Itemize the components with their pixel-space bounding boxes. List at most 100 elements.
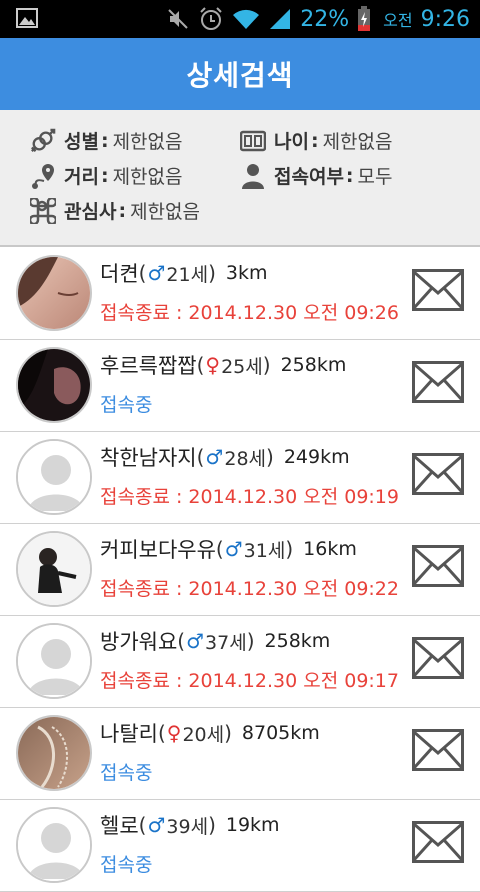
close-paren: ) [224, 721, 232, 745]
user-distance: 258km [280, 354, 347, 376]
open-paren: ( [138, 261, 147, 285]
user-nickname: 나탈리 [100, 722, 158, 746]
filter-online[interactable]: 접속여부 : 모두 [240, 162, 393, 189]
list-item[interactable]: 착한남자지(♂ 28세) 249km 접속종료 : 2014.12.30 오전 09:… [0, 432, 480, 524]
close-paren: ) [208, 813, 216, 837]
command-interest-icon [30, 197, 56, 224]
gender-icon [30, 128, 56, 154]
status-bar: 22% 오전 9:26 [0, 0, 480, 38]
user-distance: 258km [264, 630, 331, 652]
open-paren: ( [138, 813, 147, 837]
message-envelope-icon[interactable] [412, 729, 464, 771]
user-list: 더켠(♂ 21세) 3km 접속종료 : 2014.12.30 오전 09:26 후르륵… [0, 248, 480, 892]
battery-percent: 22% [300, 6, 350, 32]
user-status: 접속중 [100, 854, 153, 876]
filter-age[interactable]: 나이 : 제한없음 [240, 127, 393, 154]
filter-distance-label: 거리 [64, 166, 99, 188]
user-name-line: 커피보다우유(♂ 31세) 16km [100, 534, 357, 564]
message-envelope-icon[interactable] [412, 269, 464, 311]
close-paren: ) [246, 629, 255, 653]
female-icon: ♀ [166, 721, 182, 745]
user-nickname: 헬로 [100, 814, 139, 838]
avatar[interactable] [16, 807, 92, 883]
open-paren: ( [196, 353, 205, 377]
female-icon: ♀ [205, 353, 221, 377]
user-distance: 3km [225, 262, 268, 284]
person-icon [240, 163, 266, 189]
filter-gender[interactable]: 성별 : 제한없음 [30, 127, 183, 154]
list-item[interactable]: 나탈리(♀ 20세) 8705km 접속중 [0, 708, 480, 800]
avatar[interactable] [16, 715, 92, 791]
filter-distance-value: 제한없음 [112, 166, 183, 188]
open-paren: ( [177, 629, 186, 653]
avatar[interactable] [16, 255, 92, 331]
filter-interest[interactable]: 관심사 : 제한없음 [30, 197, 200, 224]
list-item[interactable]: 더켠(♂ 21세) 3km 접속종료 : 2014.12.30 오전 09:26 [0, 248, 480, 340]
list-item[interactable]: 후르륵짭짭(♀ 25세) 258km 접속중 [0, 340, 480, 432]
filter-interest-colon: : [118, 199, 127, 222]
alarm-icon [200, 7, 222, 30]
list-item[interactable]: 방가워요(♂ 37세) 258km 접속종료 : 2014.12.30 오전 09:1… [0, 616, 480, 708]
message-envelope-icon[interactable] [412, 821, 464, 863]
user-nickname: 커피보다우유 [100, 538, 216, 562]
user-age: 28세 [224, 447, 267, 470]
location-route-icon [30, 163, 56, 189]
user-name-line: 헬로(♂ 39세) 19km [100, 810, 280, 840]
message-envelope-icon[interactable] [412, 545, 464, 587]
user-distance: 249km [283, 446, 350, 468]
list-item[interactable]: 커피보다우유(♂ 31세) 16km 접속종료 : 2014.12.30 오전 09:… [0, 524, 480, 616]
battery-charging-icon [358, 6, 371, 31]
user-name-line: 나탈리(♀ 20세) 8705km [100, 718, 320, 748]
message-envelope-icon[interactable] [412, 361, 464, 403]
close-paren: ) [285, 537, 294, 561]
filter-online-value: 모두 [357, 166, 393, 188]
filter-age-colon: : [310, 129, 319, 152]
avatar[interactable] [16, 347, 92, 423]
user-status: 접속종료 : 2014.12.30 오전 09:17 [100, 670, 399, 692]
avatar[interactable] [16, 623, 92, 699]
status-time: 9:26 [420, 6, 470, 32]
user-distance: 19km [225, 814, 280, 836]
user-status: 접속중 [100, 762, 153, 784]
wifi-icon [233, 9, 260, 29]
male-icon: ♂ [147, 813, 166, 837]
status-ampm: 오전 [383, 11, 413, 30]
user-status: 접속종료 : 2014.12.30 오전 09:19 [100, 486, 399, 508]
user-age: 20세 [182, 723, 225, 746]
list-item[interactable]: 헬로(♂ 39세) 19km 접속중 [0, 800, 480, 892]
filter-distance[interactable]: 거리 : 제한없음 [30, 162, 183, 189]
male-icon: ♂ [186, 629, 205, 653]
user-name-line: 후르륵짭짭(♀ 25세) 258km [100, 350, 346, 380]
filter-panel: 성별 : 제한없음 나이 : 제한없음 거리 : 제한없음 접속여부: 모두 … [0, 110, 480, 247]
filter-age-value: 제한없음 [322, 131, 393, 153]
avatar[interactable] [16, 531, 92, 607]
open-paren: ( [196, 445, 205, 469]
filter-gender-value: 제한없음 [112, 131, 183, 153]
mute-icon [168, 9, 188, 29]
message-envelope-icon[interactable] [412, 637, 464, 679]
user-nickname: 착한남자지 [100, 446, 197, 470]
close-paren: ) [262, 353, 271, 377]
filter-gender-label: 성별 [64, 131, 99, 153]
user-name-line: 더켠(♂ 21세) 3km [100, 258, 267, 288]
user-name-line: 착한남자지(♂ 28세) 249km [100, 442, 350, 472]
user-distance: 16km [303, 538, 357, 560]
user-age: 39세 [166, 815, 209, 838]
male-icon: ♂ [147, 261, 166, 285]
open-paren: ( [215, 537, 224, 561]
user-nickname: 방가워요 [100, 630, 178, 654]
gallery-notification-icon [16, 8, 38, 28]
filter-interest-label: 관심사 [64, 201, 117, 223]
page-title: 상세검색 [186, 59, 294, 92]
user-distance: 8705km [241, 722, 320, 744]
filter-gender-colon: : [100, 129, 109, 152]
close-paren: ) [266, 445, 274, 469]
message-envelope-icon[interactable] [412, 453, 464, 495]
male-icon: ♂ [224, 537, 243, 561]
user-status: 접속중 [100, 394, 153, 416]
filter-distance-colon: : [100, 164, 109, 187]
filter-interest-value: 제한없음 [130, 201, 200, 223]
avatar[interactable] [16, 439, 92, 515]
close-paren: ) [208, 261, 216, 285]
user-nickname: 더켠 [100, 262, 139, 286]
